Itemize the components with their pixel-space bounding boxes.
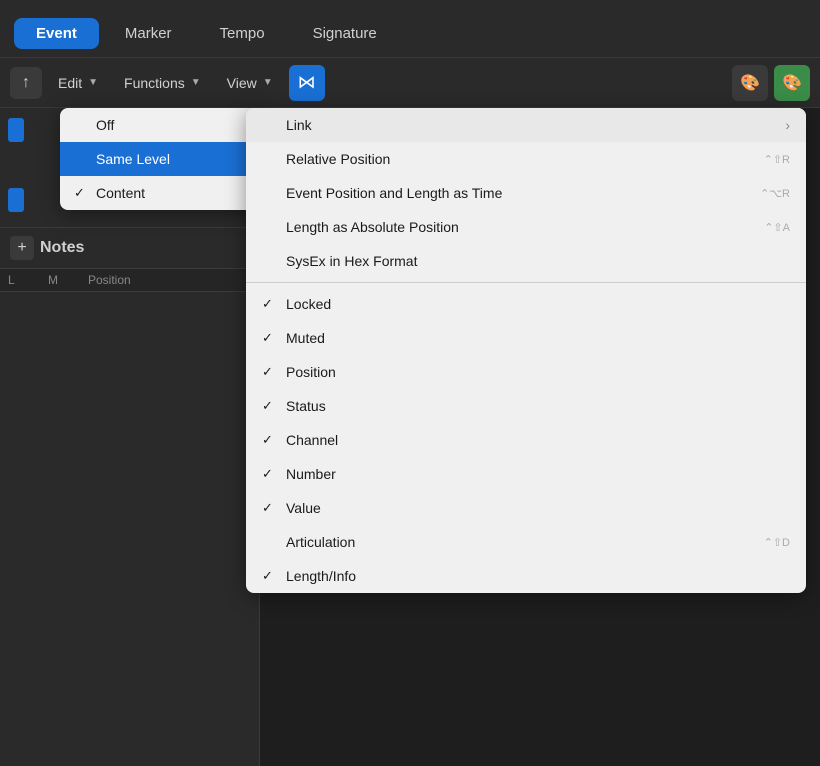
- tab-marker[interactable]: Marker: [103, 18, 194, 49]
- dropdown-item-articulation[interactable]: Articulation ⌃⇧D: [246, 525, 806, 559]
- relative-position-shortcut: ⌃⇧R: [764, 153, 790, 166]
- notes-add-button[interactable]: +: [10, 236, 34, 260]
- length-info-label: Length/Info: [286, 568, 356, 584]
- dropdown-item-link[interactable]: Link ›: [246, 108, 806, 142]
- submenu-item-same-level[interactable]: Same Level: [60, 142, 260, 176]
- midi-icon: ⋈: [298, 72, 316, 93]
- dropdown-item-length-absolute[interactable]: Length as Absolute Position ⌃⇧A: [246, 210, 806, 244]
- dropdown-item-locked[interactable]: ✓ Locked: [246, 287, 806, 321]
- submenu-item-content[interactable]: ✓ Content: [60, 176, 260, 210]
- main-content: + Notes L M Position Off S: [0, 108, 820, 766]
- dropdown-item-position[interactable]: ✓ Position: [246, 355, 806, 389]
- tab-bar: Event Marker Tempo Signature: [0, 0, 820, 58]
- functions-menu-button[interactable]: Functions ▼: [114, 70, 211, 96]
- dropdown-item-muted[interactable]: ✓ Muted: [246, 321, 806, 355]
- link-label: Link: [286, 117, 312, 133]
- edit-menu-button[interactable]: Edit ▼: [48, 70, 108, 96]
- muted-label: Muted: [286, 330, 325, 346]
- event-position-label: Event Position and Length as Time: [286, 185, 502, 201]
- palette-button-1[interactable]: 🎨: [732, 65, 768, 101]
- main-dropdown: Link › Relative Position ⌃⇧R E: [246, 108, 806, 593]
- palette-button-2[interactable]: 🎨: [774, 65, 810, 101]
- submenu-item-off[interactable]: Off: [60, 108, 260, 142]
- content-label: Content: [96, 185, 145, 201]
- dropdown-item-length-info[interactable]: ✓ Length/Info: [246, 559, 806, 593]
- sidebar-label-a: [8, 118, 24, 142]
- view-menu-button[interactable]: View ▼: [217, 70, 283, 96]
- dropdown-item-number[interactable]: ✓ Number: [246, 457, 806, 491]
- column-headers: L M Position: [0, 269, 259, 292]
- back-button[interactable]: ↑: [10, 67, 42, 99]
- up-arrow-icon: ↑: [22, 74, 30, 92]
- status-label: Status: [286, 398, 326, 414]
- number-label: Number: [286, 466, 336, 482]
- toolbar: ↑ Edit ▼ Functions ▼ View ▼ ⋈ 🎨 🎨: [0, 58, 820, 108]
- off-label: Off: [96, 117, 114, 133]
- edit-chevron-icon: ▼: [88, 77, 98, 88]
- articulation-shortcut: ⌃⇧D: [764, 536, 790, 549]
- col-position-header: Position: [88, 273, 251, 287]
- functions-submenu: Off Same Level ✓ Content: [60, 108, 260, 210]
- view-chevron-icon: ▼: [263, 77, 273, 88]
- locked-label: Locked: [286, 296, 331, 312]
- length-absolute-label: Length as Absolute Position: [286, 219, 459, 235]
- articulation-label: Articulation: [286, 534, 355, 550]
- position-label: Position: [286, 364, 336, 380]
- dropdown-item-status[interactable]: ✓ Status: [246, 389, 806, 423]
- plus-icon: +: [17, 239, 26, 257]
- tab-event[interactable]: Event: [14, 18, 99, 49]
- channel-label: Channel: [286, 432, 338, 448]
- dropdown-item-channel[interactable]: ✓ Channel: [246, 423, 806, 457]
- palette-icon-2: 🎨: [782, 73, 802, 93]
- dropdown-item-relative-position[interactable]: Relative Position ⌃⇧R: [246, 142, 806, 176]
- sysex-label: SysEx in Hex Format: [286, 253, 417, 269]
- palette-icon-1: 🎨: [740, 73, 760, 93]
- link-chevron-icon: ›: [785, 117, 790, 133]
- functions-chevron-icon: ▼: [191, 77, 201, 88]
- dropdown-separator-1: [246, 282, 806, 283]
- tab-signature[interactable]: Signature: [291, 18, 399, 49]
- same-level-label: Same Level: [96, 151, 170, 167]
- value-label: Value: [286, 500, 321, 516]
- midi-icon-button[interactable]: ⋈: [289, 65, 325, 101]
- app-container: Event Marker Tempo Signature ↑ Edit ▼ Fu…: [0, 0, 820, 766]
- notes-title-label: Notes: [40, 239, 84, 257]
- dropdown-item-event-position[interactable]: Event Position and Length as Time ⌃⌥R: [246, 176, 806, 210]
- relative-position-label: Relative Position: [286, 151, 390, 167]
- event-position-shortcut: ⌃⌥R: [760, 187, 790, 200]
- length-absolute-shortcut: ⌃⇧A: [764, 221, 790, 234]
- content-checkmark: ✓: [74, 185, 90, 201]
- notes-header: + Notes: [0, 228, 259, 269]
- link-item-left: Link: [262, 117, 312, 133]
- col-l-header: L: [8, 273, 48, 287]
- dropdown-item-sysex[interactable]: SysEx in Hex Format: [246, 244, 806, 278]
- col-m-header: M: [48, 273, 88, 287]
- dropdown-item-value[interactable]: ✓ Value: [246, 491, 806, 525]
- sidebar-label-b: [8, 188, 24, 212]
- tab-tempo[interactable]: Tempo: [198, 18, 287, 49]
